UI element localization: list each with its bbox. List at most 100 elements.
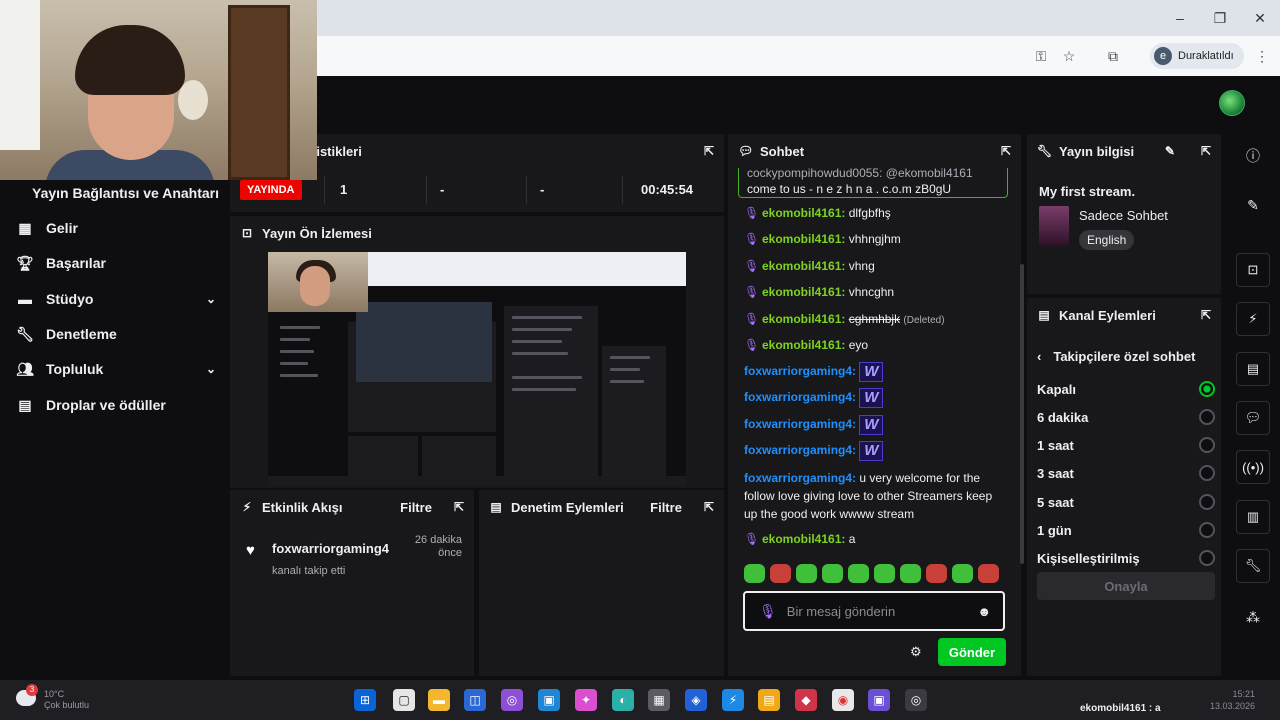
- document-icon[interactable]: ▤: [1236, 352, 1270, 386]
- popout-icon[interactable]: ⇱: [1001, 144, 1011, 158]
- app-icon[interactable]: ◈: [685, 689, 707, 711]
- nav-item-achievements[interactable]: 🏆︎ Başarılar: [16, 248, 216, 278]
- wrench-icon[interactable]: 🔧︎: [1236, 549, 1270, 583]
- follower-option-1h[interactable]: 1 saat: [1037, 431, 1215, 459]
- camera-icon[interactable]: ⊡: [1236, 253, 1270, 287]
- lightning-app-icon[interactable]: ⚡︎: [722, 689, 744, 711]
- bookmark-star-icon[interactable]: ☆: [1059, 46, 1079, 66]
- emoji-icon[interactable]: ☻: [977, 604, 991, 619]
- nav-item-studio[interactable]: ▬ Stüdyo ⌄: [16, 284, 216, 314]
- task-view-icon[interactable]: ▢: [393, 689, 415, 711]
- obs-icon[interactable]: ◎: [905, 689, 927, 711]
- chevron-down-icon: ⌄: [205, 292, 216, 306]
- nav-item-label: Stüdyo: [46, 291, 94, 307]
- follower-option-6min[interactable]: 6 dakika: [1037, 403, 1215, 431]
- popout-icon[interactable]: ⇱: [1201, 144, 1211, 158]
- windows-start-icon[interactable]: ⊞: [354, 689, 376, 711]
- lightning-icon[interactable]: ⚡︎: [1236, 302, 1270, 336]
- pencil-icon[interactable]: ✎: [1165, 144, 1175, 158]
- follower-option-1d[interactable]: 1 gün: [1037, 516, 1215, 544]
- chat-input-box[interactable]: 🎙︎ ☻: [743, 591, 1005, 631]
- radio-unselected[interactable]: [1199, 465, 1215, 481]
- radio-selected[interactable]: [1199, 381, 1215, 397]
- broadcast-icon[interactable]: ((•)): [1236, 450, 1270, 484]
- emote-icon[interactable]: [900, 564, 921, 583]
- radio-unselected[interactable]: [1199, 409, 1215, 425]
- store-icon[interactable]: ◫: [464, 689, 486, 711]
- heart-icon: ♥: [246, 542, 255, 559]
- emote-w-icon[interactable]: W: [859, 441, 884, 461]
- follower-option-off[interactable]: Kapalı: [1037, 375, 1215, 403]
- copilot-icon[interactable]: ✦: [575, 689, 597, 711]
- emote-icon[interactable]: [874, 564, 895, 583]
- emote-icon[interactable]: [848, 564, 869, 583]
- pencil-icon[interactable]: ✎: [1236, 188, 1270, 222]
- emote-icon[interactable]: [822, 564, 843, 583]
- chat-input[interactable]: [786, 603, 968, 619]
- mic-icon: 🎙︎: [744, 532, 760, 546]
- channel-actions-header: ▤ Kanal Eylemleri ⇱: [1027, 298, 1221, 332]
- follower-option-3h[interactable]: 3 saat: [1037, 459, 1215, 487]
- twitch-icon[interactable]: ▣: [868, 689, 890, 711]
- chrome-icon[interactable]: ◉: [832, 689, 854, 711]
- nav-item-revenue[interactable]: ▦ Gelir: [16, 213, 216, 243]
- app-icon[interactable]: ▣: [538, 689, 560, 711]
- weather-widget[interactable]: 3 10°C Çok bulutlu: [16, 684, 96, 713]
- emote-icon[interactable]: [952, 564, 973, 583]
- minimize-button[interactable]: –: [1160, 0, 1200, 36]
- maximize-button[interactable]: ❐: [1200, 0, 1240, 36]
- app-icon[interactable]: ◎: [501, 689, 523, 711]
- back-to-actions[interactable]: ‹ Takipçilere özel sohbet: [1037, 349, 1195, 364]
- send-button[interactable]: Gönder: [938, 638, 1006, 666]
- emote-icon[interactable]: [978, 564, 999, 583]
- emote-icon[interactable]: [744, 564, 765, 583]
- emote-w-icon[interactable]: W: [859, 362, 884, 382]
- radio-unselected[interactable]: [1199, 550, 1215, 566]
- emote-w-icon[interactable]: W: [859, 415, 884, 435]
- emote-icon[interactable]: [770, 564, 791, 583]
- edge-icon[interactable]: ◐: [612, 689, 634, 711]
- activity-user[interactable]: foxwarriorgaming4: [272, 541, 389, 556]
- notes-icon[interactable]: ▤: [758, 689, 780, 711]
- calculator-icon[interactable]: ▦: [648, 689, 670, 711]
- popout-icon[interactable]: ⇱: [704, 500, 714, 514]
- modactions-filter-button[interactable]: Filtre: [650, 500, 682, 515]
- server-icon[interactable]: ▥: [1236, 500, 1270, 534]
- confirm-button[interactable]: Onayla: [1037, 572, 1215, 600]
- emote-w-icon[interactable]: W: [859, 388, 884, 408]
- uptime: 00:45:54: [641, 182, 694, 197]
- profile-button[interactable]: e Duraklatıldı: [1150, 43, 1244, 69]
- language-tag[interactable]: English: [1079, 230, 1135, 250]
- radio-unselected[interactable]: [1199, 494, 1215, 510]
- info-icon[interactable]: ⓘ: [1236, 139, 1270, 173]
- mic-icon: 🎙︎: [744, 259, 760, 273]
- stream-preview-video[interactable]: [268, 252, 686, 486]
- follower-option-custom[interactable]: Kişiselleştirilmiş: [1037, 544, 1215, 572]
- activity-filter-button[interactable]: Filtre: [400, 500, 432, 515]
- system-clock[interactable]: 15:21 13.03.2026: [1210, 688, 1255, 712]
- nav-stream-key-link[interactable]: Yayın Bağlantısı ve Anahtarı: [32, 185, 219, 201]
- stream-category[interactable]: Sadece Sohbet: [1079, 208, 1168, 223]
- key-icon[interactable]: ⚿: [1031, 46, 1051, 66]
- emote-icon[interactable]: [926, 564, 947, 583]
- chat-scrollbar[interactable]: [1020, 264, 1024, 564]
- file-explorer-icon[interactable]: ▬: [428, 689, 450, 711]
- radio-unselected[interactable]: [1199, 522, 1215, 538]
- emote-icon[interactable]: [796, 564, 817, 583]
- nav-item-drops[interactable]: ▤ Droplar ve ödüller: [16, 390, 216, 420]
- close-window-button[interactable]: ✕: [1240, 0, 1280, 36]
- popout-icon[interactable]: ⇱: [1201, 308, 1211, 322]
- radio-unselected[interactable]: [1199, 437, 1215, 453]
- nav-item-community[interactable]: 👥︎ Topluluk ⌄: [16, 354, 216, 384]
- gear-icon[interactable]: ⚙︎: [910, 644, 922, 660]
- user-avatar[interactable]: [1219, 90, 1245, 116]
- app-icon[interactable]: ◆: [795, 689, 817, 711]
- chat-bubble-icon[interactable]: 💬︎: [1236, 401, 1270, 435]
- extensions-icon[interactable]: ⧉: [1103, 46, 1123, 66]
- extensions-icon[interactable]: ⁂: [1236, 600, 1270, 634]
- nav-item-moderation[interactable]: 🔧︎ Denetleme: [16, 319, 216, 349]
- browser-menu-icon[interactable]: ⋮: [1252, 46, 1272, 66]
- follower-option-5h[interactable]: 5 saat: [1037, 488, 1215, 516]
- popout-icon[interactable]: ⇱: [704, 144, 714, 158]
- popout-icon[interactable]: ⇱: [454, 500, 464, 514]
